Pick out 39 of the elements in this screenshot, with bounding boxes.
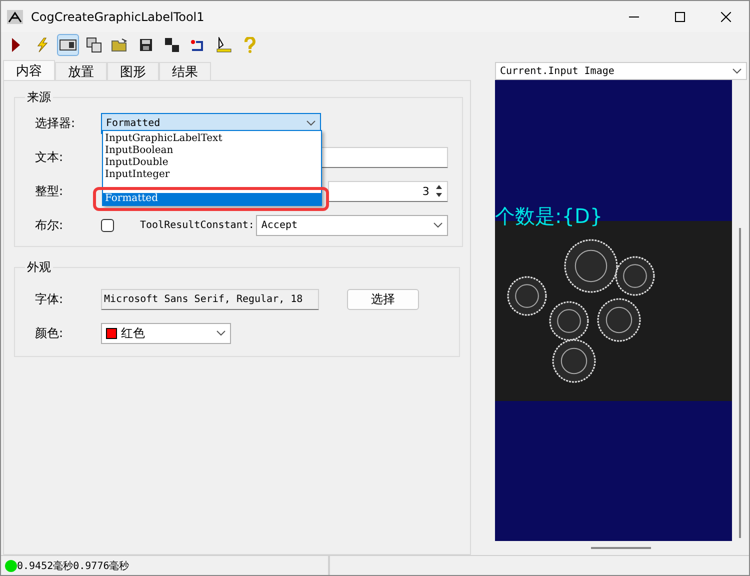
chevron-down-icon — [433, 222, 444, 228]
field-label: 颜色: — [35, 324, 64, 342]
field-label: 字体: — [35, 290, 64, 308]
dropdown-option[interactable]: Formatted — [103, 193, 321, 205]
choose-button[interactable]: 选择 — [347, 288, 419, 310]
elapsed-time: 0.9776毫秒 — [73, 560, 130, 572]
font-field: Microsoft Sans Serif, Regular, 18 — [101, 288, 319, 310]
app-logo-icon — [7, 10, 23, 24]
scrollbar[interactable] — [591, 547, 651, 549]
dropdown-option[interactable]: InputGraphicLabelText — [103, 133, 321, 145]
group-title: 来源 — [26, 89, 52, 106]
elapsed-time: 0.9452毫秒 — [17, 560, 74, 572]
group-title: 外观 — [26, 259, 52, 276]
chevron-down-icon — [732, 68, 742, 74]
result-dropdown[interactable]: Accept — [256, 214, 448, 236]
field-label: 布尔: — [35, 216, 64, 234]
tab[interactable]: 内容 — [3, 60, 55, 80]
close-icon — [721, 12, 731, 22]
tab[interactable]: 图形 — [107, 62, 159, 80]
field-label: 整型: — [35, 182, 64, 200]
image-source-dropdown[interactable]: Current.Input Image — [495, 62, 747, 80]
dropdown-option[interactable]: InputInteger — [103, 169, 321, 181]
dropdown-option[interactable]: InputBoolean — [103, 145, 321, 157]
label-overlay: 个数是:{D} — [495, 203, 603, 230]
field-label: 文本: — [35, 148, 64, 166]
chevron-down-icon — [216, 330, 226, 336]
window-title: CogCreateGraphicLabelTool1 — [31, 10, 204, 24]
field-label: ToolResultConstant: — [140, 220, 254, 230]
dropdown-option[interactable]: InputDouble — [103, 157, 321, 169]
chevron-down-icon — [306, 120, 316, 126]
tab[interactable]: 放置 — [55, 62, 107, 80]
checkbox[interactable] — [101, 218, 114, 232]
maximize-icon — [675, 12, 685, 22]
scrollbar[interactable] — [738, 228, 740, 538]
field-label: 选择器: — [35, 114, 76, 132]
integer-spin-field[interactable]: 3 — [328, 180, 448, 202]
panel-icon[interactable] — [57, 34, 79, 56]
tab[interactable]: 结果 — [159, 62, 211, 80]
color-dropdown[interactable]: 红色 — [101, 322, 231, 344]
